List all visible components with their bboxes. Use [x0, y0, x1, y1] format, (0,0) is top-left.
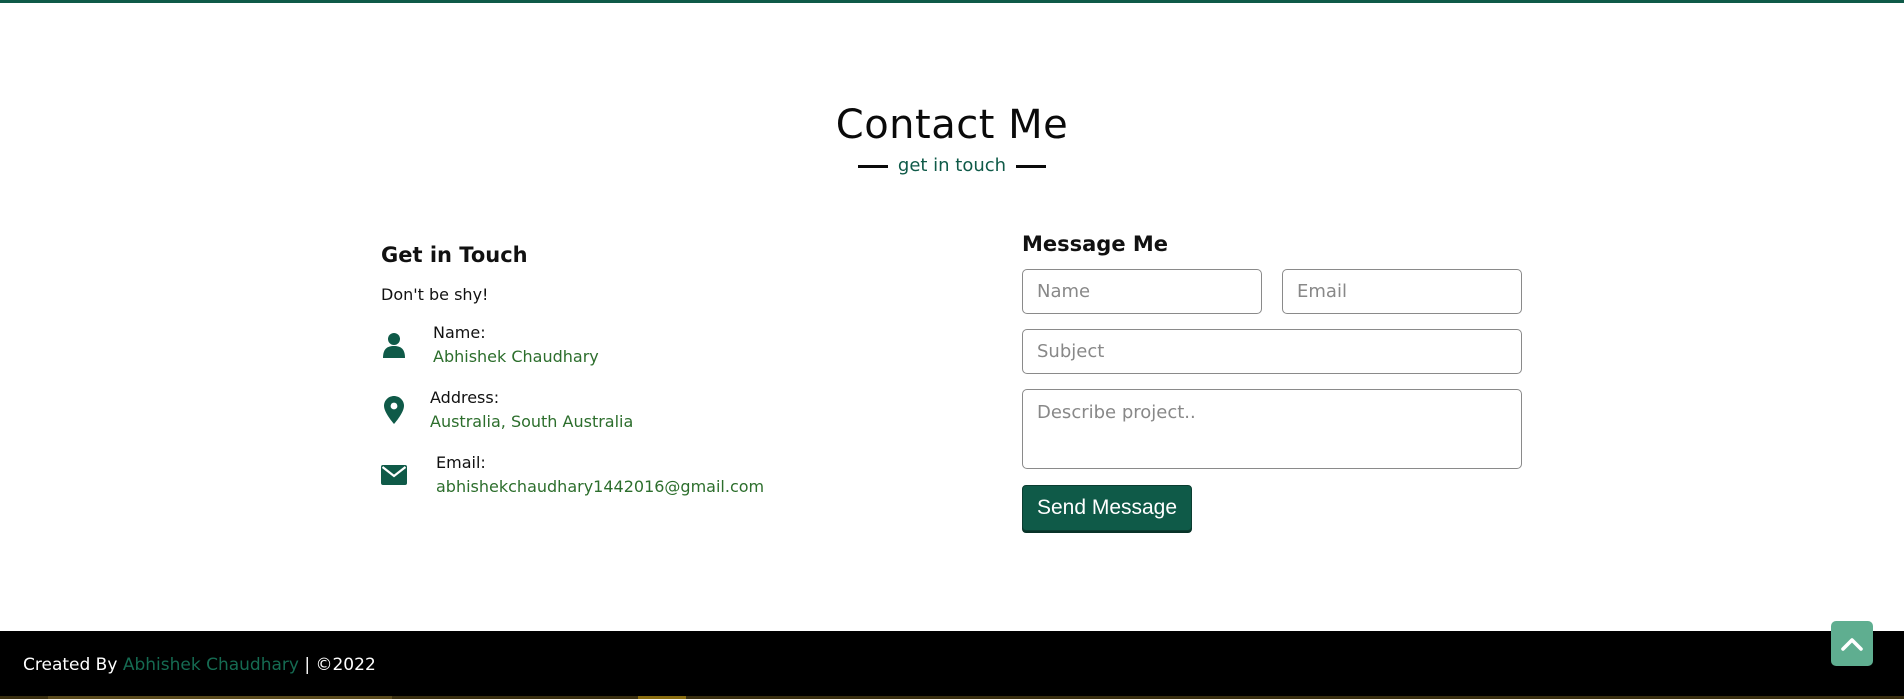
footer-copyright: | ©2022 — [304, 655, 376, 675]
contact-item-value[interactable]: abhishekchaudhary1442016@gmail.com — [436, 475, 764, 499]
message-form: Message Me Send Message — [1022, 229, 1522, 531]
contact-item-text: Address: Australia, South Australia — [430, 386, 633, 434]
subject-input[interactable] — [1022, 329, 1522, 374]
contact-item-text: Email: abhishekchaudhary1442016@gmail.co… — [436, 451, 764, 499]
section-subtitle-text: get in touch — [897, 155, 1007, 176]
contact-info-title: Get in Touch — [381, 243, 528, 267]
contact-item-value: Abhishek Chaudhary — [433, 347, 599, 366]
contact-item-label: Email: — [436, 453, 486, 472]
contact-section-header: Contact Me get in touch — [0, 98, 1904, 178]
send-message-button[interactable]: Send Message — [1022, 485, 1192, 531]
user-icon — [381, 331, 407, 359]
footer-credit: Created By Abhishek Chaudhary | ©2022 — [23, 653, 376, 677]
chevron-up-icon — [1841, 637, 1863, 651]
contact-item-label: Name: — [433, 323, 486, 342]
footer-author-link[interactable]: Abhishek Chaudhary — [123, 655, 299, 675]
contact-item-address: Address: Australia, South Australia — [381, 386, 633, 434]
footer-prefix: Created By — [23, 655, 118, 675]
contact-item-value: Australia, South Australia — [430, 412, 634, 431]
contact-item-email: Email: abhishekchaudhary1442016@gmail.co… — [381, 451, 764, 499]
subtitle-left-dash — [857, 164, 888, 168]
subtitle-right-dash — [1016, 164, 1047, 168]
email-input[interactable] — [1282, 269, 1522, 314]
site-footer: Created By Abhishek Chaudhary | ©2022 — [0, 631, 1904, 699]
envelope-icon — [381, 461, 407, 489]
top-accent-bar — [0, 0, 1904, 3]
scroll-to-top-button[interactable] — [1831, 621, 1873, 666]
section-subtitle: get in touch — [857, 154, 1047, 178]
contact-item-text: Name: Abhishek Chaudhary — [433, 321, 599, 369]
map-marker-icon — [381, 396, 407, 424]
message-form-title: Message Me — [1022, 232, 1169, 256]
name-input[interactable] — [1022, 269, 1262, 314]
contact-info-description: Don't be shy! — [381, 285, 489, 304]
contact-item-name: Name: Abhishek Chaudhary — [381, 321, 599, 369]
message-textarea[interactable] — [1022, 389, 1522, 469]
contact-item-label: Address: — [430, 388, 500, 407]
section-title: Contact Me — [835, 102, 1069, 148]
contact-info-panel: Get in Touch Don't be shy! Name: Abhishe… — [381, 240, 941, 496]
